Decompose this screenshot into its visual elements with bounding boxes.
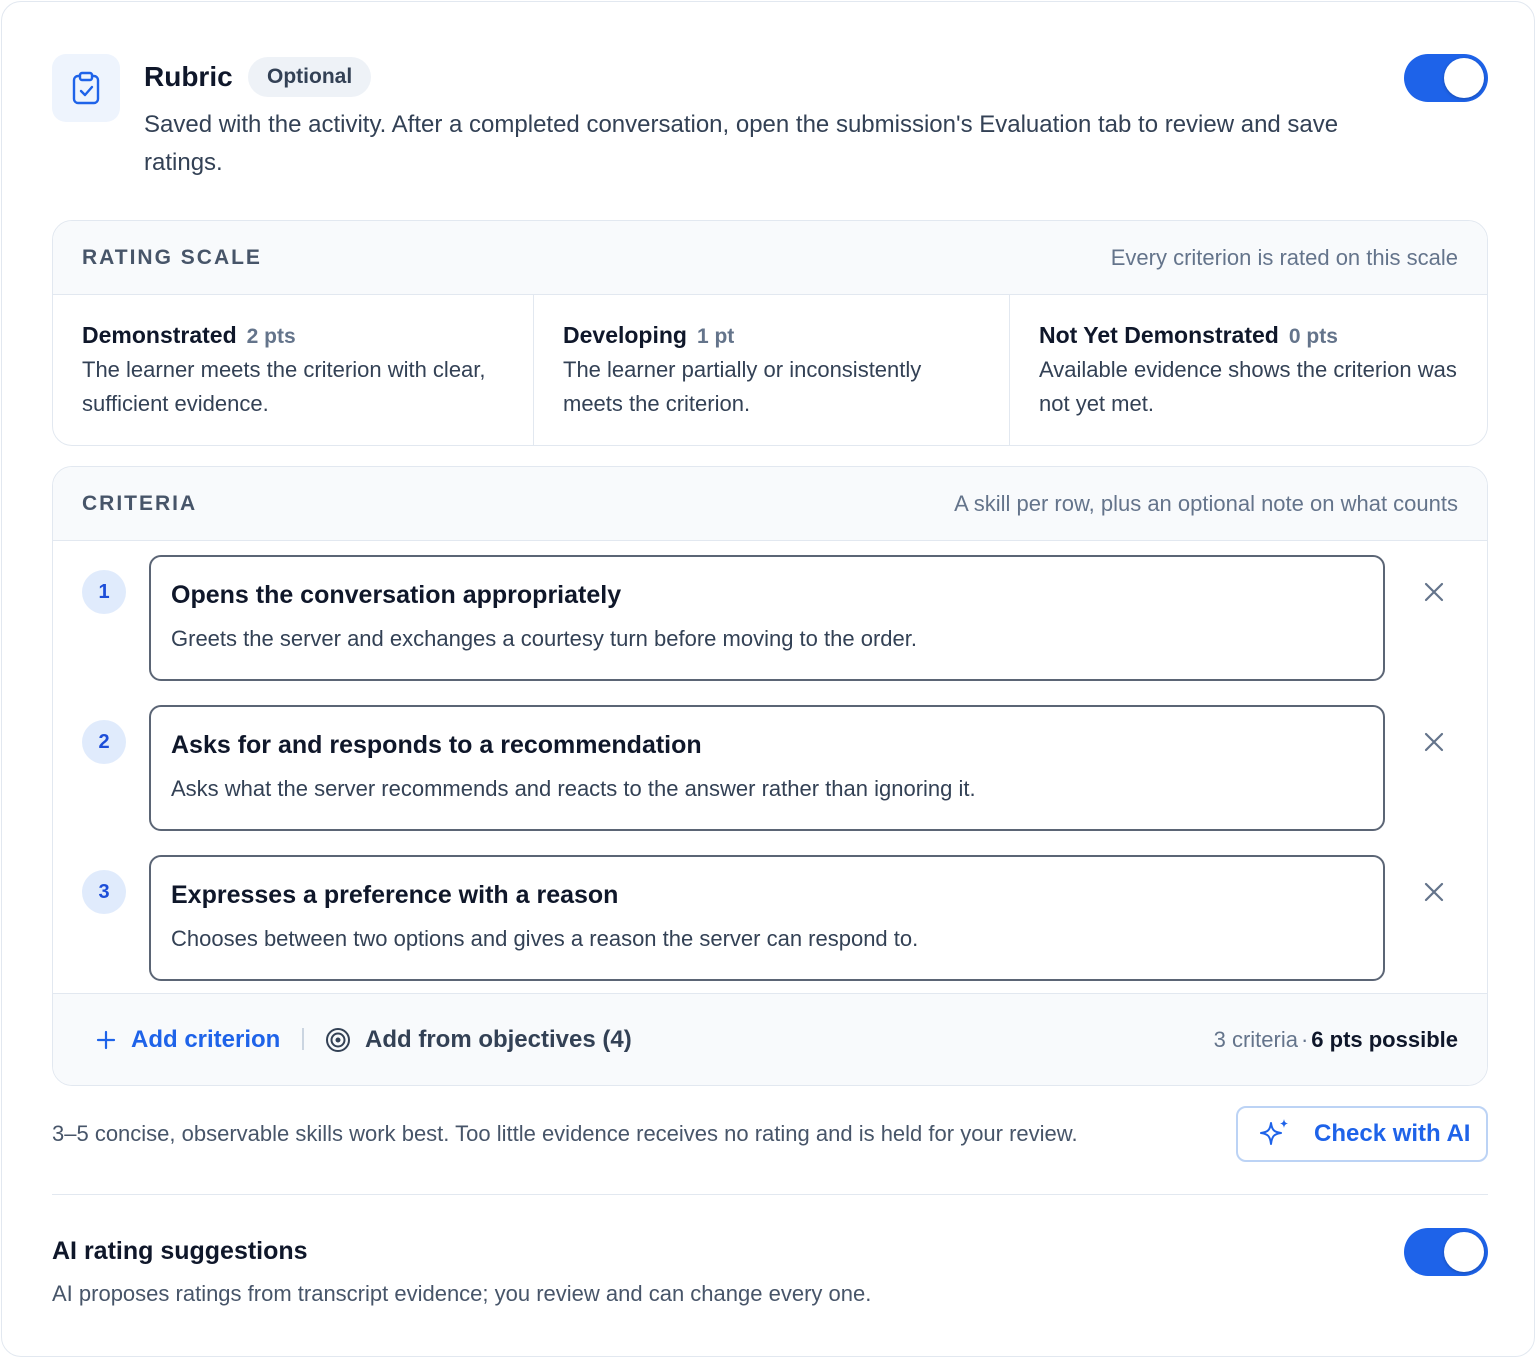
footer-divider — [302, 1028, 304, 1050]
criteria-header: CRITERIA A skill per row, plus an option… — [53, 467, 1487, 541]
rating-scale-note: Every criterion is rated on this scale — [1110, 245, 1458, 270]
criteria-count: 3 criteria — [1213, 1027, 1298, 1052]
criteria-panel: CRITERIA A skill per row, plus an option… — [52, 466, 1488, 1086]
criterion-title[interactable]: Opens the conversation appropriately — [171, 577, 1363, 613]
add-from-objectives-label: Add from objectives (4) — [365, 1026, 632, 1053]
scale-level-points: 1 pt — [696, 325, 735, 348]
criteria-hint: 3–5 concise, observable skills work best… — [52, 1121, 1078, 1146]
rating-scale-label: RATING SCALE — [82, 246, 262, 269]
scale-level-name: Developing — [563, 322, 687, 348]
target-icon — [326, 1028, 350, 1052]
ai-suggestions-title: AI rating suggestions — [52, 1237, 308, 1265]
rubric-title: Rubric — [144, 61, 233, 92]
remove-criterion-icon[interactable] — [1421, 729, 1447, 755]
add-criterion-button[interactable]: Add criterion — [95, 1022, 280, 1058]
scale-level: Demonstrated 2 pts The learner meets the … — [53, 295, 533, 445]
scale-level-description: The learner partially or inconsistently … — [563, 357, 922, 416]
criterion-note[interactable]: Chooses between two options and gives a … — [171, 923, 1363, 955]
scale-level: Not Yet Demonstrated 0 pts Available evid… — [1009, 295, 1487, 445]
section-divider — [52, 1194, 1488, 1195]
criterion-number: 3 — [82, 870, 126, 914]
rating-scale-panel: RATING SCALE Every criterion is rated on… — [52, 220, 1488, 446]
scale-level: Developing 1 pt The learner partially or … — [533, 295, 1009, 445]
criteria-label: CRITERIA — [82, 492, 198, 515]
criterion-note[interactable]: Asks what the server recommends and reac… — [171, 773, 1363, 805]
criterion-title[interactable]: Asks for and responds to a recommendatio… — [171, 727, 1363, 763]
criterion-number: 1 — [82, 570, 126, 614]
criterion-row[interactable]: Opens the conversation appropriately Gre… — [149, 555, 1385, 681]
scale-level-description: The learner meets the criterion with cle… — [82, 357, 486, 416]
criteria-totals: 3 criteria · 6 pts possible — [1214, 1022, 1458, 1058]
criterion-row[interactable]: Asks for and responds to a recommendatio… — [149, 705, 1385, 831]
rubric-description: Saved with the activity. After a complet… — [144, 111, 1339, 176]
ai-suggestions-toggle-knob — [1444, 1232, 1484, 1272]
rating-scale-header: RATING SCALE Every criterion is rated on… — [53, 221, 1487, 295]
points-possible: 6 pts possible — [1311, 1027, 1458, 1052]
add-criterion-label: Add criterion — [131, 1026, 281, 1053]
criterion-row[interactable]: Expresses a preference with a reason Cho… — [149, 855, 1385, 981]
rubric-card: Rubric Optional Saved with the activity.… — [1, 1, 1535, 1357]
ai-suggestions-description: AI proposes ratings from transcript evid… — [52, 1281, 872, 1306]
criterion-note[interactable]: Greets the server and exchanges a courte… — [171, 623, 1363, 655]
criterion-number: 2 — [82, 720, 126, 764]
sparkle-icon — [1260, 1119, 1288, 1145]
plus-icon — [96, 1030, 116, 1050]
check-with-ai-label: Check with AI — [1314, 1120, 1471, 1147]
ai-suggestions-toggle[interactable] — [1404, 1228, 1488, 1276]
add-from-objectives-button[interactable]: Add from objectives (4) — [325, 1022, 632, 1058]
scale-level-points: 2 pts — [246, 325, 296, 348]
criterion-title[interactable]: Expresses a preference with a reason — [171, 877, 1363, 913]
check-with-ai-button[interactable]: Check with AI — [1236, 1106, 1488, 1162]
criteria-footer: Add criterion Add from objectives (4) 3 … — [53, 993, 1487, 1085]
clipboard-check-icon — [52, 54, 120, 122]
optional-badge: Optional — [248, 57, 372, 97]
scale-level-name: Demonstrated — [82, 322, 237, 348]
scale-level-description: Available evidence shows the criterion w… — [1039, 357, 1457, 416]
totals-separator: · — [1300, 1027, 1309, 1052]
criteria-note: A skill per row, plus an optional note o… — [954, 491, 1458, 516]
rubric-toggle[interactable] — [1404, 54, 1488, 102]
rubric-toggle-knob — [1444, 58, 1484, 98]
scale-level-name: Not Yet Demonstrated — [1039, 322, 1279, 348]
remove-criterion-icon[interactable] — [1421, 579, 1447, 605]
remove-criterion-icon[interactable] — [1421, 879, 1447, 905]
scale-level-points: 0 pts — [1288, 325, 1338, 348]
